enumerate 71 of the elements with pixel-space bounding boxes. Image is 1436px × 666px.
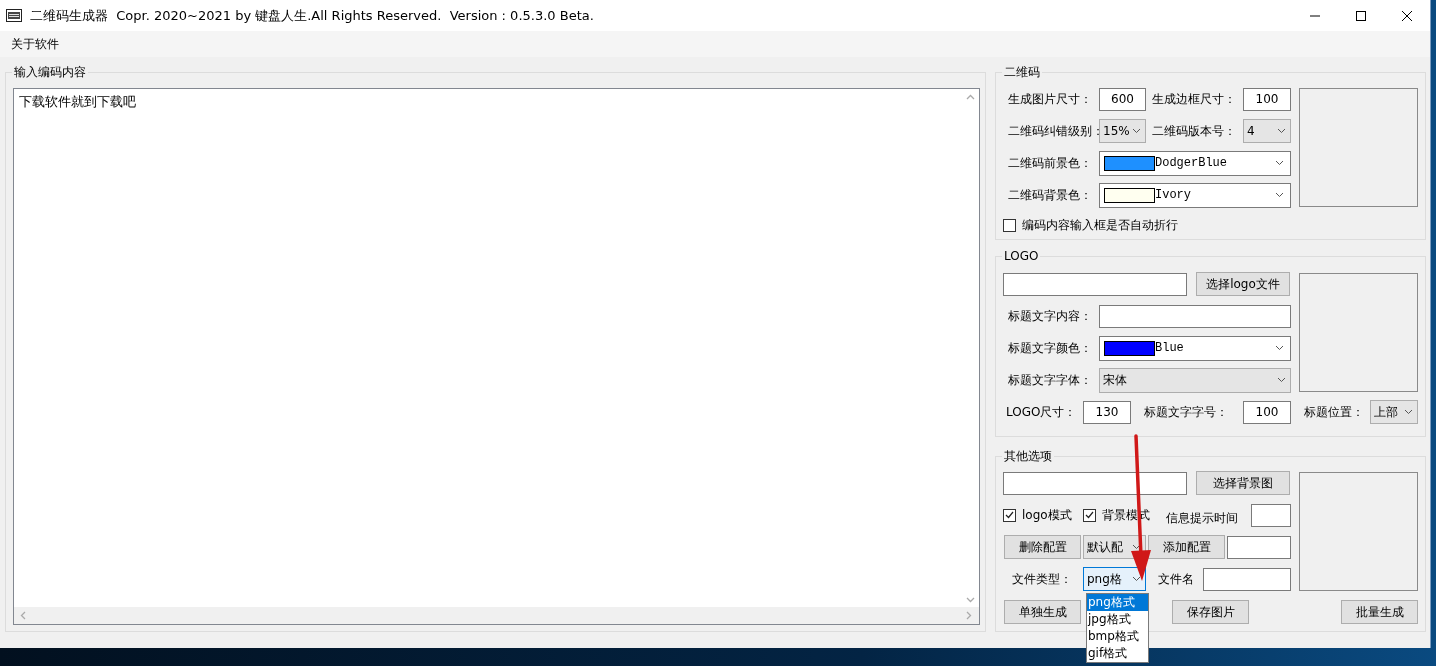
input-field[interactable] [1251, 503, 1291, 527]
chevron-up-icon [966, 93, 975, 102]
input-field[interactable]: 600 [1099, 87, 1146, 111]
field-label: 生成边框尺寸： [1151, 90, 1237, 108]
color-dropdown[interactable]: Blue [1099, 335, 1291, 361]
input-field[interactable]: 130 [1083, 400, 1131, 424]
field-label: 标题文字字号： [1143, 403, 1229, 421]
chevron-left-icon [19, 611, 28, 620]
checkbox[interactable]: logo模式 [1003, 506, 1083, 524]
dropdown-option[interactable]: bmp格式 [1087, 628, 1148, 645]
field-label: 二维码背景色： [1007, 186, 1093, 204]
dropdown-field[interactable]: png格 [1083, 567, 1146, 591]
field-label: 标题文字内容： [1007, 307, 1093, 325]
close-icon [1402, 10, 1412, 21]
menu-item[interactable]: 关于软件 [0, 33, 70, 55]
color-dropdown[interactable]: Ivory [1099, 182, 1291, 208]
group-title: 其他选项 [1002, 448, 1054, 464]
button[interactable]: 选择背景图 [1196, 471, 1290, 495]
input-field[interactable] [1227, 535, 1291, 559]
dropdown-field[interactable]: 上部 [1370, 400, 1418, 424]
button[interactable]: 批量生成 [1341, 600, 1418, 624]
field-label: 二维码前景色： [1007, 154, 1093, 172]
dropdown-field[interactable]: 4 [1243, 119, 1291, 143]
field-label: 标题文字字体： [1007, 371, 1093, 389]
chevron-down-icon [966, 595, 975, 604]
caret-icon [1132, 128, 1141, 134]
button[interactable]: 选择logo文件 [1196, 272, 1290, 296]
check-icon [1005, 511, 1014, 519]
field-label: 标题位置： [1303, 403, 1365, 421]
dropdown-option[interactable]: jpg格式 [1087, 611, 1148, 628]
field-label: 文件名 [1157, 570, 1195, 588]
caret-icon [1132, 544, 1141, 550]
caret-icon [1275, 192, 1284, 198]
field-label: LOGO尺寸： [1005, 403, 1078, 421]
field-label: 二维码版本号： [1151, 122, 1237, 140]
caret-icon [1277, 128, 1286, 134]
button[interactable]: 保存图片 [1172, 600, 1249, 624]
file-path-field[interactable] [1003, 471, 1187, 495]
button[interactable]: 删除配置 [1004, 535, 1081, 559]
color-dropdown[interactable]: DodgerBlue [1099, 150, 1291, 176]
input-field[interactable] [1203, 567, 1291, 591]
field-label: 二维码纠错级别： [1007, 122, 1099, 140]
button[interactable]: 添加配置 [1148, 535, 1225, 559]
group-title: 二维码 [1002, 64, 1042, 80]
text-area[interactable]: 下载软件就到下载吧 [13, 88, 980, 625]
maximize-icon [1356, 10, 1366, 21]
dropdown-option[interactable]: png格式 [1087, 594, 1148, 611]
field-label: 生成图片尺寸： [1007, 90, 1093, 108]
caret-icon [1132, 576, 1141, 582]
app-icon [6, 9, 22, 22]
input-field[interactable] [1099, 304, 1291, 328]
dropdown-field[interactable]: 宋体 [1099, 367, 1291, 393]
chevron-right-icon [964, 611, 973, 620]
caret-icon [1404, 409, 1413, 415]
caret-icon [1275, 160, 1284, 166]
button[interactable]: 单独生成 [1004, 600, 1081, 624]
field-label: 信息提示时间 [1166, 509, 1239, 527]
check-icon [1085, 511, 1094, 519]
dropdown-field[interactable]: 15% [1099, 119, 1146, 143]
field-label: 标题文字颜色： [1007, 339, 1093, 357]
caret-icon [1275, 345, 1284, 351]
field-label: 文件类型： [1011, 570, 1073, 588]
text-content: 下载软件就到下载吧 [19, 93, 136, 111]
input-field[interactable]: 100 [1243, 87, 1291, 111]
window-title: 二维码生成器 Copr. 2020~2021 by 键盘人生.All Rights Reserved. Version : 0.5.3.0 Beta. [30, 6, 595, 25]
caret-icon [1277, 377, 1286, 383]
dropdown-option[interactable]: gif格式 [1087, 645, 1148, 662]
file-path-field[interactable] [1003, 272, 1187, 296]
checkbox[interactable]: 编码内容输入框是否自动折行 [1003, 216, 1178, 234]
group-title: 输入编码内容 [12, 64, 88, 80]
input-field[interactable]: 100 [1243, 400, 1291, 424]
